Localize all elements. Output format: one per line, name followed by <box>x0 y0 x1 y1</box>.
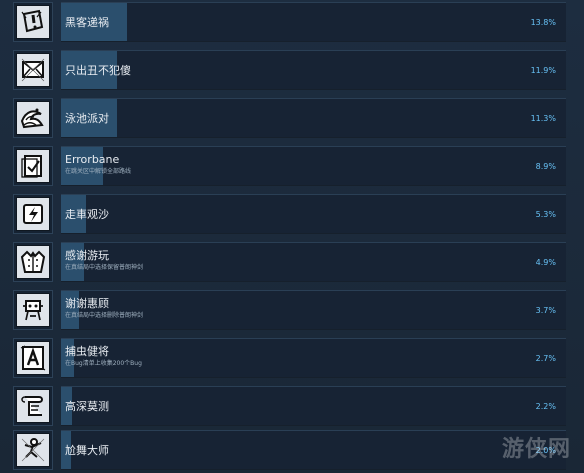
achievement-percent: 4.9% <box>535 258 556 267</box>
achievement-row[interactable]: 高深莫测 2.2% <box>0 384 584 428</box>
checklist-icon <box>16 149 50 183</box>
achievement-row[interactable]: 只出丑不犯傻 11.9% <box>0 48 584 92</box>
achievement-percent: 2.0% <box>535 446 556 455</box>
achievement-title: 尬舞大师 <box>65 444 109 457</box>
achievement-icon-frame <box>13 2 53 42</box>
achievement-row[interactable]: 谢谢惠顾在真结局中选择删除普朗神剑 3.7% <box>0 288 584 332</box>
robot-icon <box>16 293 50 327</box>
achievement-progress-track: 捕虫健将在Bug清单上收集200个Bug 2.7% <box>61 338 566 378</box>
wave-icon <box>16 101 50 135</box>
achievement-percent: 13.8% <box>530 18 556 27</box>
achievement-row[interactable]: 泳池派对 11.3% <box>0 96 584 140</box>
achievement-percent: 8.9% <box>535 162 556 171</box>
warning-icon <box>16 5 50 39</box>
achievement-progress-track: 走車观沙 5.3% <box>61 194 566 234</box>
achievement-icon-frame <box>13 242 53 282</box>
achievement-progress-track: 黑客递祸 13.8% <box>61 2 566 42</box>
achievement-row[interactable]: 黑客递祸 13.8% <box>0 0 584 44</box>
a-icon <box>16 341 50 375</box>
achievement-icon-frame <box>13 146 53 186</box>
achievement-row[interactable]: 捕虫健将在Bug清单上收集200个Bug 2.7% <box>0 336 584 380</box>
scroll-icon <box>16 389 50 423</box>
achievement-percent: 2.7% <box>535 354 556 363</box>
achievement-list: 黑客递祸 13.8% 只出丑不犯傻 11.9% 泳池派对 11.3% Errorbane 在跳… <box>0 0 584 473</box>
achievement-title: 捕虫健将 <box>65 345 109 358</box>
achievement-row[interactable]: 尬舞大师 2.0% <box>0 428 584 472</box>
lightning-icon <box>16 197 50 231</box>
achievement-description: 在真结局中选择保留普朗神剑 <box>65 264 144 271</box>
achievement-icon-frame <box>13 98 53 138</box>
achievement-percent: 2.2% <box>535 402 556 411</box>
jacket-icon <box>16 245 50 279</box>
achievement-description: 在真结局中选择删除普朗神剑 <box>65 312 144 319</box>
achievement-progress-track: 感谢游玩在真结局中选择保留普朗神剑 4.9% <box>61 242 566 282</box>
achievement-progress-track: 谢谢惠顾在真结局中选择删除普朗神剑 3.7% <box>61 290 566 330</box>
achievement-icon-frame <box>13 338 53 378</box>
achievement-description: 在Bug清单上收集200个Bug <box>65 360 142 367</box>
achievement-title: 走車观沙 <box>65 208 109 221</box>
achievement-title: 只出丑不犯傻 <box>65 64 131 77</box>
achievement-title: Errorbane <box>65 153 120 166</box>
achievement-title: 泳池派对 <box>65 112 109 125</box>
achievement-page: 黑客递祸 13.8% 只出丑不犯傻 11.9% 泳池派对 11.3% Errorbane 在跳… <box>0 0 584 473</box>
achievement-description: 在跳关区中解锁全部路线 <box>65 168 132 175</box>
achievement-progress-track: 只出丑不犯傻 11.9% <box>61 50 566 90</box>
achievement-row[interactable]: 感谢游玩在真结局中选择保留普朗神剑 4.9% <box>0 240 584 284</box>
achievement-progress-track: 高深莫测 2.2% <box>61 386 566 426</box>
mail-icon <box>16 53 50 87</box>
achievement-percent: 11.9% <box>530 66 556 75</box>
achievement-icon-frame <box>13 194 53 234</box>
achievement-icon-frame <box>13 290 53 330</box>
achievement-title: 高深莫测 <box>65 400 109 413</box>
achievement-title: 黑客递祸 <box>65 16 109 29</box>
achievement-progress-track: 泳池派对 11.3% <box>61 98 566 138</box>
achievement-percent: 11.3% <box>530 114 556 123</box>
achievement-progress-track: 尬舞大师 2.0% <box>61 430 566 470</box>
achievement-icon-frame <box>13 430 53 470</box>
dance-icon <box>16 433 50 467</box>
achievement-percent: 5.3% <box>535 210 556 219</box>
achievement-progress-track: Errorbane 在跳关区中解锁全部路线 8.9% <box>61 146 566 186</box>
achievement-percent: 3.7% <box>535 306 556 315</box>
achievement-icon-frame <box>13 386 53 426</box>
achievement-icon-frame <box>13 50 53 90</box>
achievement-title: 感谢游玩 <box>65 249 109 262</box>
achievement-row[interactable]: 走車观沙 5.3% <box>0 192 584 236</box>
achievement-title: 谢谢惠顾 <box>65 297 109 310</box>
achievement-row[interactable]: Errorbane 在跳关区中解锁全部路线 8.9% <box>0 144 584 188</box>
